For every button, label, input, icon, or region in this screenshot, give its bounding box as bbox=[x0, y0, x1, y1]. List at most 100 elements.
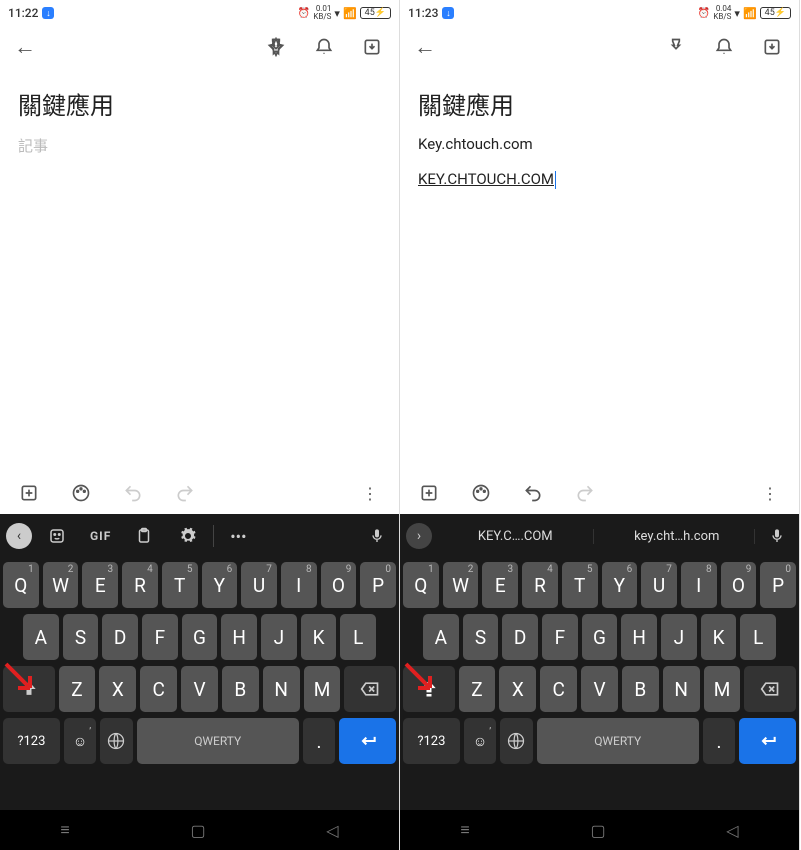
redo-button[interactable] bbox=[170, 478, 200, 508]
key-n[interactable]: N bbox=[663, 666, 700, 712]
key-m[interactable]: M bbox=[304, 666, 341, 712]
key-p[interactable]: P0 bbox=[360, 562, 396, 608]
key-e[interactable]: E3 bbox=[82, 562, 118, 608]
enter-key[interactable] bbox=[339, 718, 396, 764]
key-f[interactable]: F bbox=[142, 614, 178, 660]
reminder-button[interactable] bbox=[311, 34, 337, 60]
palette-button[interactable] bbox=[66, 478, 96, 508]
key-e[interactable]: E3 bbox=[482, 562, 518, 608]
key-k[interactable]: K bbox=[301, 614, 337, 660]
key-o[interactable]: O9 bbox=[321, 562, 357, 608]
key-d[interactable]: D bbox=[102, 614, 138, 660]
key-o[interactable]: O9 bbox=[721, 562, 757, 608]
back-button[interactable]: ← bbox=[14, 34, 36, 60]
key-m[interactable]: M bbox=[704, 666, 741, 712]
key-w[interactable]: W2 bbox=[443, 562, 479, 608]
nav-back[interactable]: ◁ bbox=[326, 821, 338, 840]
pin-button[interactable] bbox=[263, 34, 289, 60]
reminder-button[interactable] bbox=[711, 34, 737, 60]
key-c[interactable]: C bbox=[140, 666, 177, 712]
backspace-key[interactable] bbox=[344, 666, 396, 712]
shift-key-caps[interactable] bbox=[403, 666, 455, 712]
keyboard-expand-icon[interactable]: › bbox=[406, 523, 432, 549]
key-z[interactable]: Z bbox=[59, 666, 96, 712]
language-key[interactable] bbox=[500, 718, 532, 764]
space-key[interactable]: QWERTY bbox=[537, 718, 699, 764]
undo-button[interactable] bbox=[518, 478, 548, 508]
nav-home[interactable]: ▢ bbox=[190, 821, 205, 840]
key-r[interactable]: R4 bbox=[122, 562, 158, 608]
undo-button[interactable] bbox=[118, 478, 148, 508]
redo-button[interactable] bbox=[570, 478, 600, 508]
symbols-key[interactable]: ?123 bbox=[3, 718, 60, 764]
key-i[interactable]: I8 bbox=[681, 562, 717, 608]
shift-key[interactable] bbox=[3, 666, 55, 712]
key-n[interactable]: N bbox=[263, 666, 300, 712]
key-s[interactable]: S bbox=[463, 614, 499, 660]
key-s[interactable]: S bbox=[63, 614, 99, 660]
note-title[interactable]: 關鍵應用 bbox=[18, 86, 381, 121]
key-y[interactable]: Y6 bbox=[202, 562, 238, 608]
note-title[interactable]: 關鍵應用 bbox=[418, 86, 781, 121]
key-y[interactable]: Y6 bbox=[602, 562, 638, 608]
nav-recent[interactable]: ≡ bbox=[60, 820, 69, 840]
symbols-key[interactable]: ?123 bbox=[403, 718, 460, 764]
key-r[interactable]: R4 bbox=[522, 562, 558, 608]
key-c[interactable]: C bbox=[540, 666, 577, 712]
gif-button[interactable]: GIF bbox=[82, 529, 119, 543]
key-q[interactable]: Q1 bbox=[403, 562, 439, 608]
backspace-key[interactable] bbox=[744, 666, 796, 712]
language-key[interactable] bbox=[100, 718, 132, 764]
key-t[interactable]: T5 bbox=[162, 562, 198, 608]
note-body-line-1[interactable]: Key.chtouch.com bbox=[418, 135, 781, 153]
sticker-icon[interactable] bbox=[38, 527, 76, 545]
key-u[interactable]: U7 bbox=[641, 562, 677, 608]
key-k[interactable]: K bbox=[701, 614, 737, 660]
archive-button[interactable] bbox=[359, 34, 385, 60]
nav-recent[interactable]: ≡ bbox=[460, 820, 469, 840]
key-i[interactable]: I8 bbox=[281, 562, 317, 608]
add-button[interactable] bbox=[414, 478, 444, 508]
period-key[interactable]: . bbox=[303, 718, 335, 764]
pin-button[interactable] bbox=[663, 34, 689, 60]
archive-button[interactable] bbox=[759, 34, 785, 60]
key-t[interactable]: T5 bbox=[562, 562, 598, 608]
key-g[interactable]: G bbox=[582, 614, 618, 660]
note-content[interactable]: 關鍵應用 記事 bbox=[0, 68, 399, 472]
note-body-line-2[interactable]: KEY.CHTOUCH.COM bbox=[418, 170, 556, 189]
key-v[interactable]: V bbox=[181, 666, 218, 712]
nav-back[interactable]: ◁ bbox=[726, 821, 738, 840]
space-key[interactable]: QWERTY bbox=[137, 718, 299, 764]
key-h[interactable]: H bbox=[221, 614, 257, 660]
key-z[interactable]: Z bbox=[459, 666, 496, 712]
key-a[interactable]: A bbox=[423, 614, 459, 660]
settings-icon[interactable] bbox=[169, 527, 207, 545]
key-d[interactable]: D bbox=[502, 614, 538, 660]
key-a[interactable]: A bbox=[23, 614, 59, 660]
back-button[interactable]: ← bbox=[414, 34, 436, 60]
key-l[interactable]: L bbox=[340, 614, 376, 660]
key-x[interactable]: X bbox=[499, 666, 536, 712]
key-j[interactable]: J bbox=[261, 614, 297, 660]
enter-key[interactable] bbox=[739, 718, 796, 764]
emoji-key[interactable]: ☺, bbox=[464, 718, 496, 764]
clipboard-icon[interactable] bbox=[125, 527, 163, 545]
more-icon[interactable]: ••• bbox=[220, 527, 256, 546]
emoji-key[interactable]: ☺, bbox=[64, 718, 96, 764]
suggestion-1[interactable]: KEY.C….COM bbox=[438, 529, 594, 544]
key-h[interactable]: H bbox=[621, 614, 657, 660]
mic-icon[interactable] bbox=[361, 526, 393, 546]
nav-home[interactable]: ▢ bbox=[590, 821, 605, 840]
key-v[interactable]: V bbox=[581, 666, 618, 712]
key-g[interactable]: G bbox=[182, 614, 218, 660]
more-button[interactable]: ⋮ bbox=[355, 478, 385, 508]
key-b[interactable]: B bbox=[622, 666, 659, 712]
key-p[interactable]: P0 bbox=[760, 562, 796, 608]
period-key[interactable]: . bbox=[703, 718, 735, 764]
key-q[interactable]: Q1 bbox=[3, 562, 39, 608]
more-button[interactable]: ⋮ bbox=[755, 478, 785, 508]
key-f[interactable]: F bbox=[542, 614, 578, 660]
palette-button[interactable] bbox=[466, 478, 496, 508]
note-content[interactable]: 關鍵應用 Key.chtouch.com KEY.CHTOUCH.COM bbox=[400, 68, 799, 472]
key-u[interactable]: U7 bbox=[241, 562, 277, 608]
